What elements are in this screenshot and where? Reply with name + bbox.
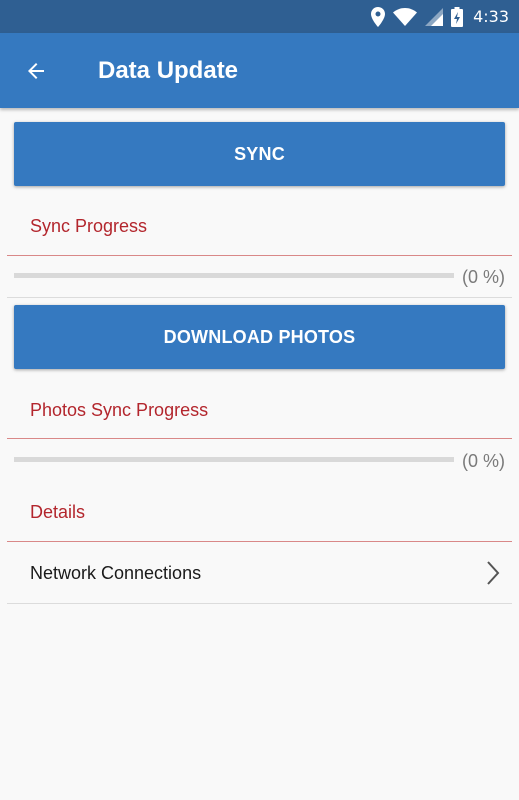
page-title: Data Update <box>98 57 239 84</box>
network-connections-row[interactable]: Network Connections <box>7 542 512 604</box>
cell-signal-icon <box>425 7 444 26</box>
divider <box>7 255 512 256</box>
status-icons: 4:33 <box>371 0 509 33</box>
wifi-icon <box>393 7 418 26</box>
photos-sync-progress-label: Photos Sync Progress <box>30 400 209 420</box>
arrow-back-icon <box>28 63 44 79</box>
divider <box>7 438 512 439</box>
chevron-right-icon <box>487 561 500 585</box>
network-connections-label: Network Connections <box>30 563 202 583</box>
battery-charging-icon <box>451 6 464 27</box>
sync-button[interactable]: SYNC <box>14 122 505 186</box>
photos-progress-bar <box>14 457 454 462</box>
back-button[interactable] <box>18 53 54 89</box>
download-photos-button[interactable]: DOWNLOAD PHOTOS <box>14 305 505 369</box>
sync-progress-percent: (0 %) <box>462 267 506 287</box>
sync-progress-bar <box>14 273 454 278</box>
status-bar: 4:33 <box>0 0 519 33</box>
photos-progress-percent: (0 %) <box>462 451 506 471</box>
details-label: Details <box>30 502 86 522</box>
divider <box>7 297 512 298</box>
divider <box>7 603 512 604</box>
location-icon <box>371 6 386 27</box>
app-bar: Data Update <box>0 33 519 108</box>
sync-progress-label: Sync Progress <box>30 216 148 236</box>
status-clock: 4:33 <box>473 7 509 26</box>
